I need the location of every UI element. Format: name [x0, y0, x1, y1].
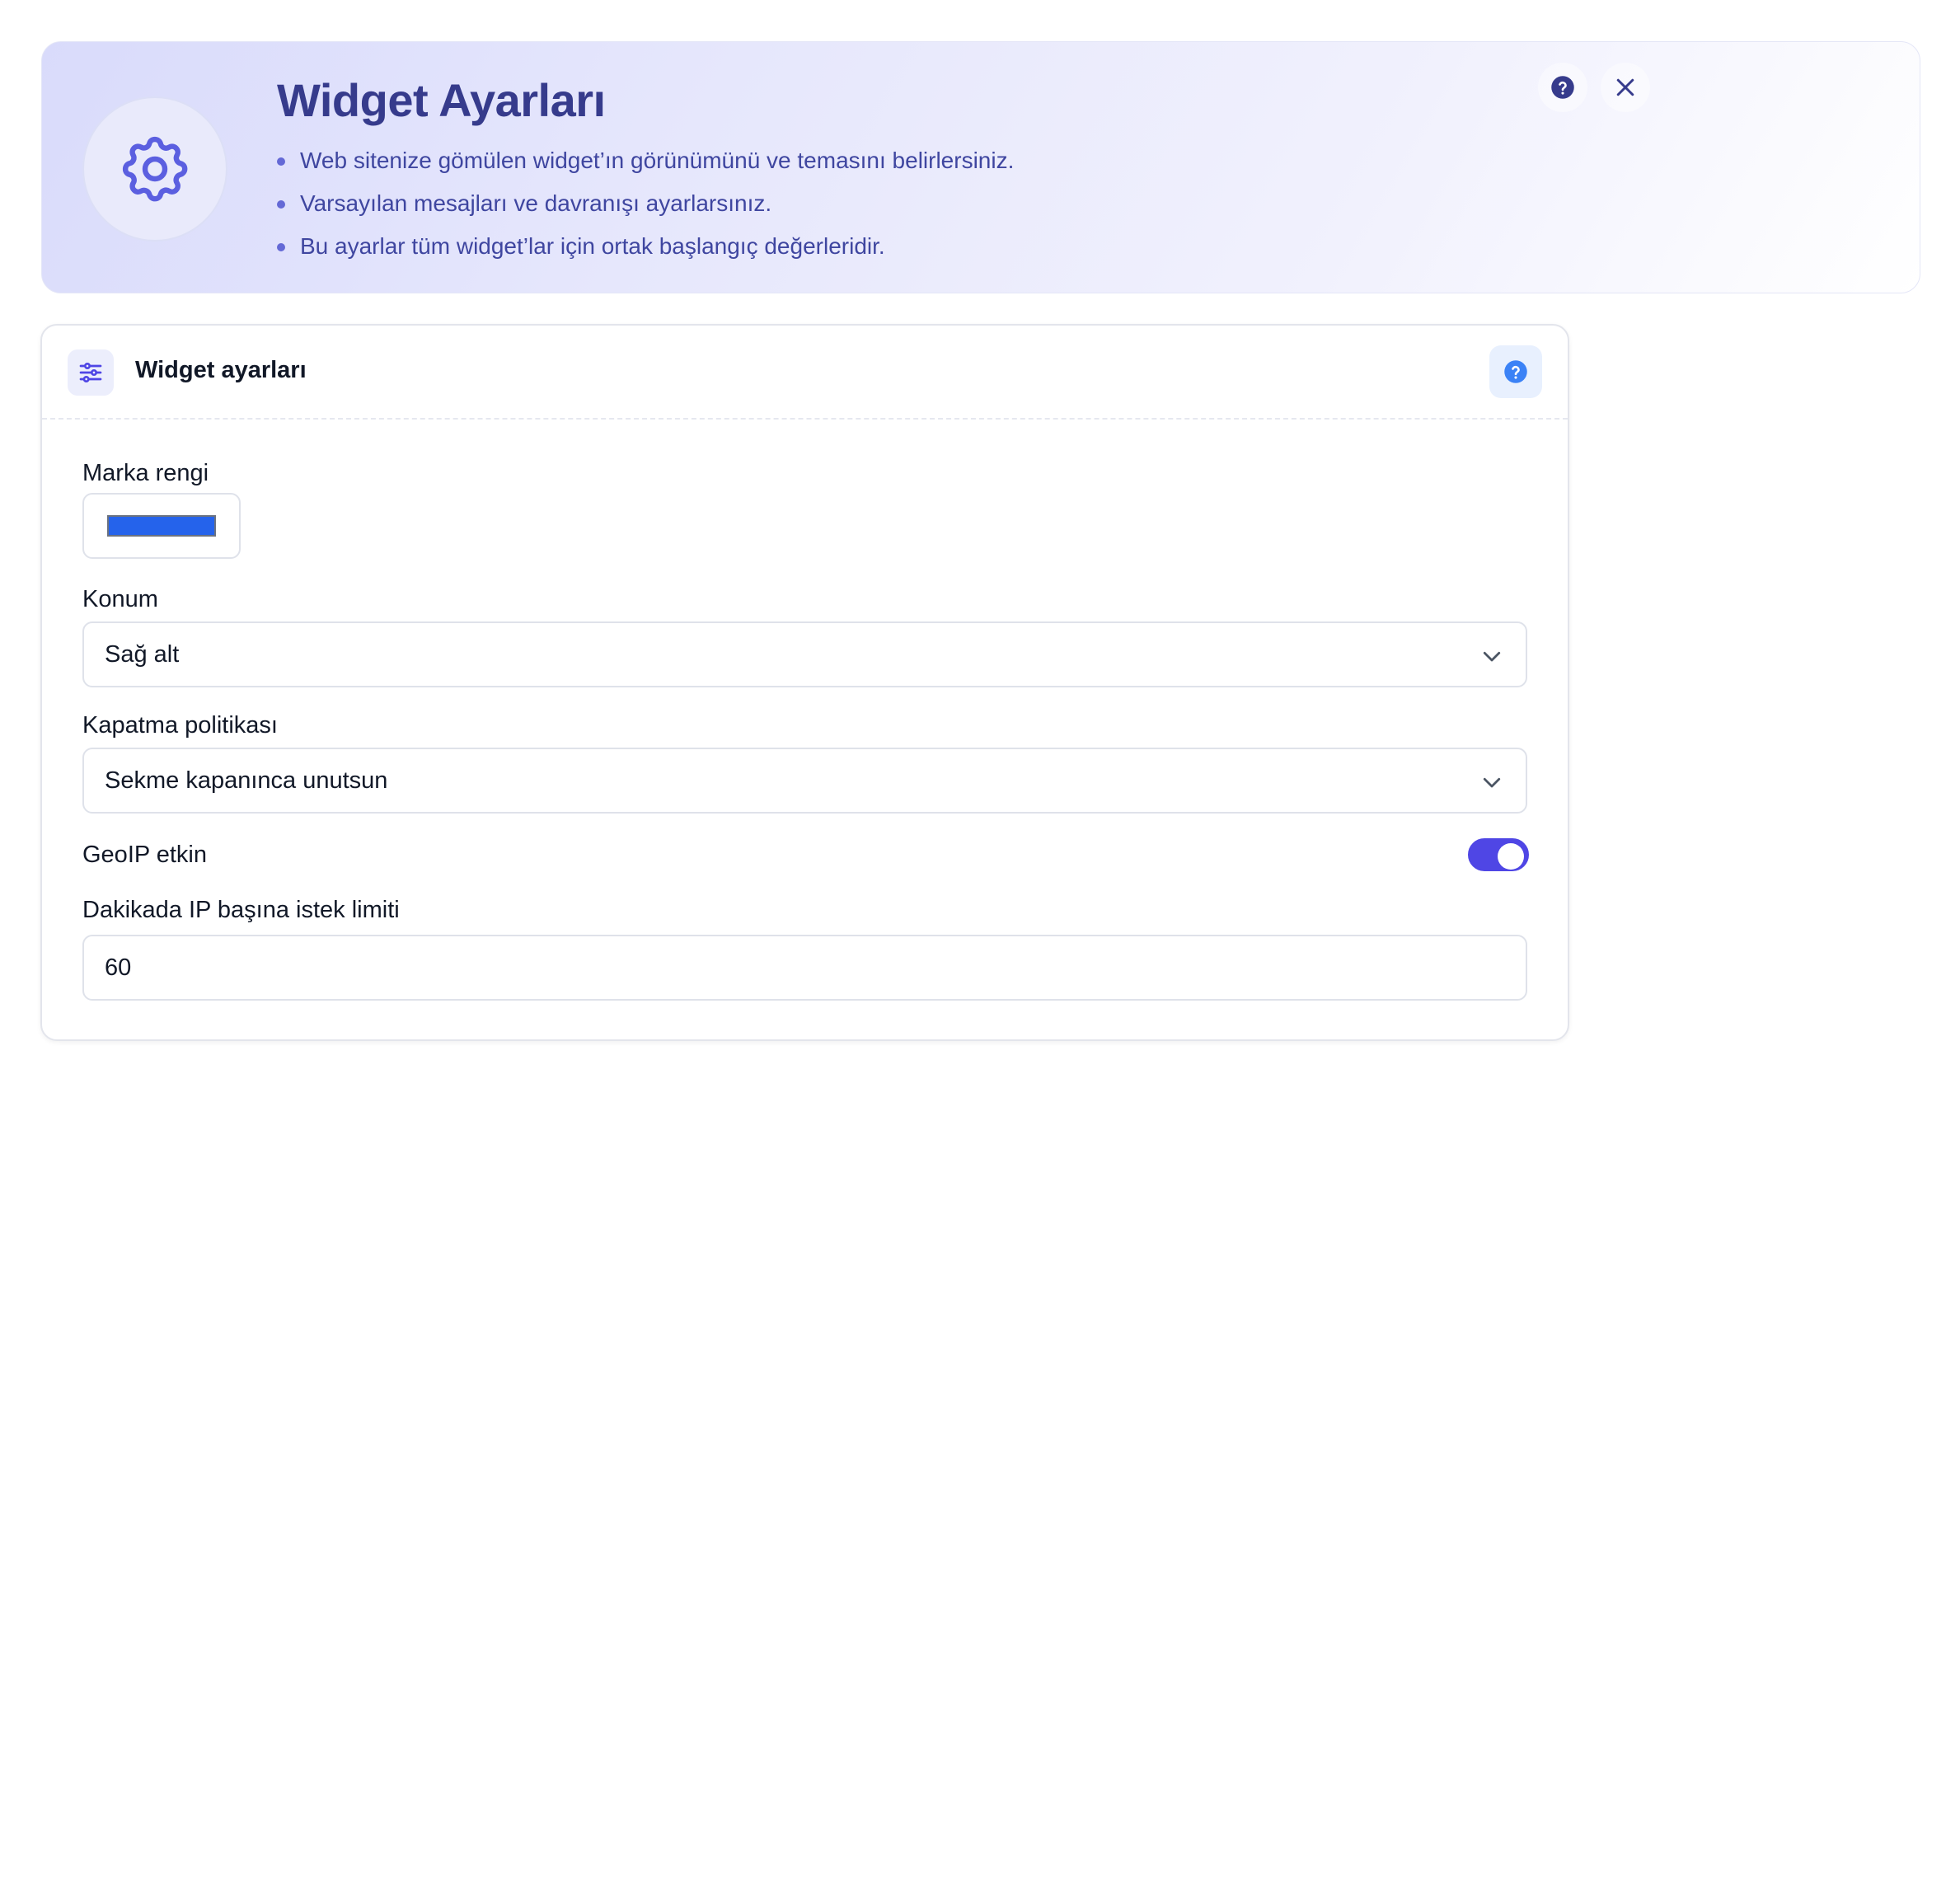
header-description-list: Web sitenize gömülen widget’ın görünümün…: [277, 139, 1014, 268]
card-title: Widget ayarları: [135, 357, 307, 383]
rate-limit-label: Dakikada IP başına istek limiti: [82, 897, 400, 923]
chevron-down-icon: [1483, 651, 1501, 662]
sliders-icon: [79, 363, 102, 382]
card-header-icon-wrap: [68, 349, 114, 396]
header-close-button[interactable]: [1601, 63, 1650, 112]
close-policy-label: Kapatma politikası: [82, 712, 278, 739]
widget-settings-card: Widget ayarları Marka rengi Konum Sağ al…: [40, 324, 1569, 1041]
chevron-down-icon: [1483, 777, 1501, 788]
header-description-item: Varsayılan mesajları ve davranışı ayarla…: [277, 182, 1014, 225]
header-description-item: Web sitenize gömülen widget’ın görünümün…: [277, 139, 1014, 182]
geoip-label: GeoIP etkin: [82, 842, 208, 868]
question-circle-icon: [1551, 76, 1574, 99]
position-select-value: Sağ alt: [105, 641, 180, 668]
toggle-knob: [1498, 843, 1524, 870]
brand-color-label: Marka rengi: [82, 460, 209, 486]
header-help-button[interactable]: [1538, 63, 1587, 112]
card-help-button[interactable]: [1489, 345, 1542, 398]
rate-limit-input[interactable]: 60: [82, 935, 1527, 1001]
close-icon: [1616, 78, 1634, 96]
geoip-toggle[interactable]: [1468, 838, 1529, 871]
page-header-banner: Widget Ayarları Web sitenize gömülen wid…: [41, 41, 1920, 293]
rate-limit-input-value: 60: [105, 954, 132, 981]
close-policy-select-value: Sekme kapanınca unutsun: [105, 767, 388, 794]
position-select[interactable]: Sağ alt: [82, 621, 1527, 687]
page-title: Widget Ayarları: [277, 74, 606, 126]
question-circle-icon: [1504, 360, 1527, 383]
header-badge: [82, 96, 227, 242]
close-policy-select[interactable]: Sekme kapanınca unutsun: [82, 748, 1527, 814]
position-label: Konum: [82, 586, 158, 612]
brand-color-swatch: [107, 515, 216, 537]
gear-icon: [122, 136, 188, 202]
header-description-item: Bu ayarlar tüm widget’lar için ortak baş…: [277, 225, 1014, 268]
brand-color-picker[interactable]: [82, 493, 241, 559]
card-header: Widget ayarları: [42, 326, 1568, 420]
